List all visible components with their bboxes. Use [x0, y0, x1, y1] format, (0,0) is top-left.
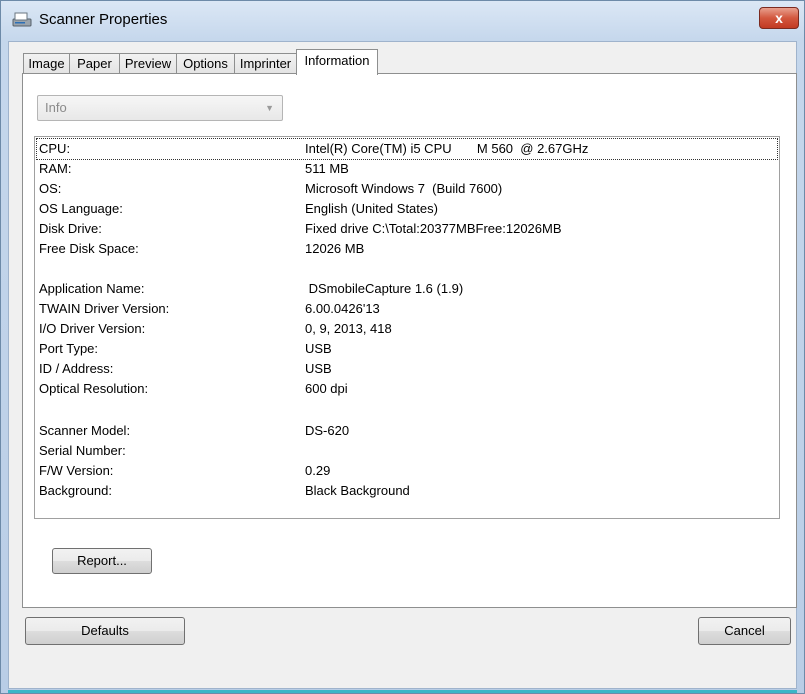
info-value: English (United States): [305, 201, 438, 216]
tab-options[interactable]: Options: [176, 53, 235, 74]
info-label: ID / Address:: [39, 361, 114, 376]
info-label: Optical Resolution:: [39, 381, 149, 396]
info-label: F/W Version:: [39, 463, 114, 478]
close-icon: x: [775, 10, 783, 26]
info-value: 6.00.0426'13: [305, 301, 380, 316]
info-dropdown[interactable]: Info ▼: [37, 95, 283, 121]
dialog-client-area: Image Paper Preview Options Imprinter In…: [8, 41, 797, 689]
info-label: CPU:: [39, 141, 71, 156]
info-row[interactable]: Scanner Model: DS-620: [37, 421, 777, 441]
report-button[interactable]: Report...: [52, 548, 152, 574]
info-value: 0.29: [305, 463, 331, 478]
close-button[interactable]: x: [759, 7, 799, 29]
info-row[interactable]: RAM: 511 MB: [37, 159, 777, 179]
tab-information[interactable]: Information: [296, 49, 378, 75]
info-label: Scanner Model:: [39, 423, 131, 438]
info-label: OS:: [39, 181, 62, 196]
info-row[interactable]: Port Type: USB: [37, 339, 777, 359]
tab-preview[interactable]: Preview: [119, 53, 177, 74]
info-value: DS-620: [305, 423, 350, 438]
info-value: Microsoft Windows 7 (Build 7600): [305, 181, 503, 196]
info-row[interactable]: Background: Black Background: [37, 481, 777, 501]
cancel-button[interactable]: Cancel: [698, 617, 791, 645]
info-label: I/O Driver Version:: [39, 321, 146, 336]
info-label: Serial Number:: [39, 443, 126, 458]
info-label: Application Name:: [39, 281, 145, 296]
info-row[interactable]: TWAIN Driver Version: 6.00.0426'13: [37, 299, 777, 319]
info-row[interactable]: ID / Address: USB: [37, 359, 777, 379]
title-bar: Scanner Properties x: [1, 1, 804, 41]
info-label: Port Type:: [39, 341, 99, 356]
info-value: 511 MB: [305, 161, 349, 176]
window-bottom-accent: [8, 690, 797, 693]
defaults-button[interactable]: Defaults: [25, 617, 185, 645]
info-row[interactable]: F/W Version: 0.29: [37, 461, 777, 481]
tab-paper[interactable]: Paper: [69, 53, 120, 74]
info-row[interactable]: Application Name: DSmobileCapture 1.6 (1…: [37, 279, 777, 299]
info-label: Background:: [39, 483, 112, 498]
scanner-icon: [11, 10, 33, 30]
info-row[interactable]: Serial Number:: [37, 441, 777, 461]
info-label: OS Language:: [39, 201, 123, 216]
info-row[interactable]: Optical Resolution: 600 dpi: [37, 379, 777, 399]
scanner-properties-window: Scanner Properties x Image Paper Preview…: [0, 0, 805, 694]
info-row[interactable]: Free Disk Space: 12026 MB: [37, 239, 777, 259]
info-value: Fixed drive C:\Total:20377MBFree:12026MB: [305, 221, 562, 236]
info-value: 0, 9, 2013, 418: [305, 321, 392, 336]
tab-imprinter[interactable]: Imprinter: [234, 53, 297, 74]
info-row[interactable]: Disk Drive: Fixed drive C:\Total:20377MB…: [37, 219, 777, 239]
info-label: RAM:: [39, 161, 72, 176]
tab-image[interactable]: Image: [23, 53, 70, 74]
info-label: Disk Drive:: [39, 221, 102, 236]
info-label: TWAIN Driver Version:: [39, 301, 170, 316]
info-value: DSmobileCapture 1.6 (1.9): [305, 281, 464, 296]
info-row[interactable]: OS Language: English (United States): [37, 199, 777, 219]
info-label: Free Disk Space:: [39, 241, 139, 256]
info-value: 600 dpi: [305, 381, 348, 396]
window-title: Scanner Properties: [39, 11, 168, 28]
information-panel: Info ▼ CPU: Intel(R) Core(TM) i5 CPU M 5…: [22, 73, 797, 608]
info-value: USB: [305, 341, 332, 356]
info-row[interactable]: OS: Microsoft Windows 7 (Build 7600): [37, 179, 777, 199]
info-value: Intel(R) Core(TM) i5 CPU M 560 @ 2.67GHz: [305, 141, 589, 156]
info-dropdown-value: Info: [45, 100, 67, 115]
chevron-down-icon: ▼: [265, 103, 274, 113]
info-value: Black Background: [305, 483, 410, 498]
info-value: USB: [305, 361, 332, 376]
info-value: 12026 MB: [305, 241, 365, 256]
info-list[interactable]: CPU: Intel(R) Core(TM) i5 CPU M 560 @ 2.…: [34, 136, 780, 519]
info-row[interactable]: CPU: Intel(R) Core(TM) i5 CPU M 560 @ 2.…: [36, 138, 778, 160]
info-row[interactable]: I/O Driver Version: 0, 9, 2013, 418: [37, 319, 777, 339]
